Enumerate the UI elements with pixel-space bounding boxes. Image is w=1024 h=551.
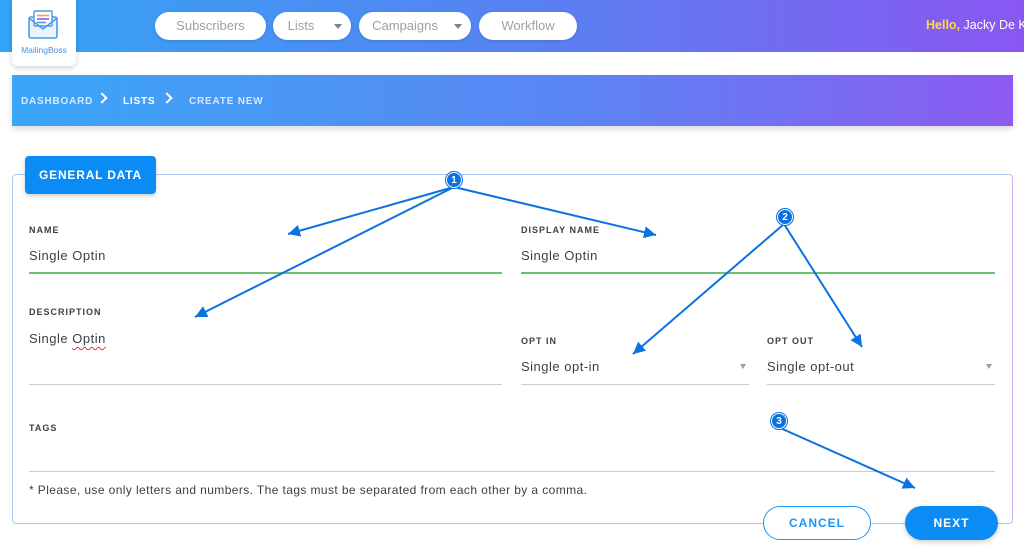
- description-field[interactable]: Single Optin: [29, 331, 106, 346]
- opt-in-label: OPT IN: [521, 336, 558, 346]
- greeting-hello: Hello,: [926, 18, 961, 32]
- tags-field-underline: [29, 471, 995, 472]
- nav-subscribers-label: Subscribers: [176, 18, 245, 33]
- app-logo[interactable]: MailingBoss: [12, 0, 76, 66]
- tags-help-note: * Please, use only letters and numbers. …: [29, 483, 588, 497]
- opt-out-select[interactable]: Single opt-out: [767, 359, 854, 374]
- description-text: Single: [29, 331, 73, 346]
- nav-subscribers[interactable]: Subscribers: [155, 12, 266, 40]
- user-name: Jacky De K: [963, 18, 1024, 32]
- annotation-badge-1: 1: [446, 172, 462, 188]
- user-greeting[interactable]: Hello, Jacky De K: [926, 18, 1024, 32]
- nav-lists-label: Lists: [287, 18, 315, 33]
- breadcrumb-lists[interactable]: LISTS: [123, 96, 155, 107]
- display-name-field[interactable]: Single Optin: [521, 248, 598, 263]
- dropdown-caret-icon[interactable]: [986, 364, 992, 369]
- cancel-button[interactable]: CANCEL: [763, 506, 871, 540]
- opt-in-underline: [521, 384, 749, 385]
- next-button[interactable]: NEXT: [905, 506, 998, 540]
- annotation-badge-3: 3: [771, 413, 787, 429]
- nav-lists[interactable]: Lists: [273, 12, 351, 40]
- envelope-logo-icon: [28, 10, 58, 39]
- chevron-right-icon: [161, 92, 173, 104]
- display-name-label: DISPLAY NAME: [521, 225, 601, 235]
- opt-out-underline: [767, 384, 995, 385]
- breadcrumb: DASHBOARD LISTS CREATE NEW: [12, 75, 1013, 126]
- dropdown-caret-icon[interactable]: [740, 364, 746, 369]
- chevron-right-icon: [96, 92, 108, 104]
- name-field[interactable]: Single Optin: [29, 248, 106, 263]
- nav-campaigns-label: Campaigns: [372, 18, 438, 33]
- display-name-field-underline: [521, 272, 995, 274]
- breadcrumb-create-new: CREATE NEW: [189, 96, 264, 107]
- tags-field[interactable]: [29, 446, 995, 466]
- opt-out-label: OPT OUT: [767, 336, 814, 346]
- name-label: NAME: [29, 225, 60, 235]
- description-label: DESCRIPTION: [29, 307, 102, 317]
- opt-in-select[interactable]: Single opt-in: [521, 359, 600, 374]
- tab-general-data[interactable]: GENERAL DATA: [25, 156, 156, 194]
- annotation-badge-2: 2: [777, 209, 793, 225]
- description-misspelled-word: Optin: [72, 331, 106, 346]
- nav-campaigns[interactable]: Campaigns: [359, 12, 471, 40]
- chevron-down-icon: [334, 24, 342, 29]
- chevron-down-icon: [454, 24, 462, 29]
- logo-text: MailingBoss: [21, 45, 67, 55]
- nav-workflow[interactable]: Workflow: [479, 12, 577, 40]
- nav-workflow-label: Workflow: [501, 18, 555, 33]
- breadcrumb-dashboard[interactable]: DASHBOARD: [21, 96, 93, 107]
- name-field-underline: [29, 272, 502, 274]
- tags-label: TAGS: [29, 423, 58, 433]
- description-field-underline: [29, 384, 502, 385]
